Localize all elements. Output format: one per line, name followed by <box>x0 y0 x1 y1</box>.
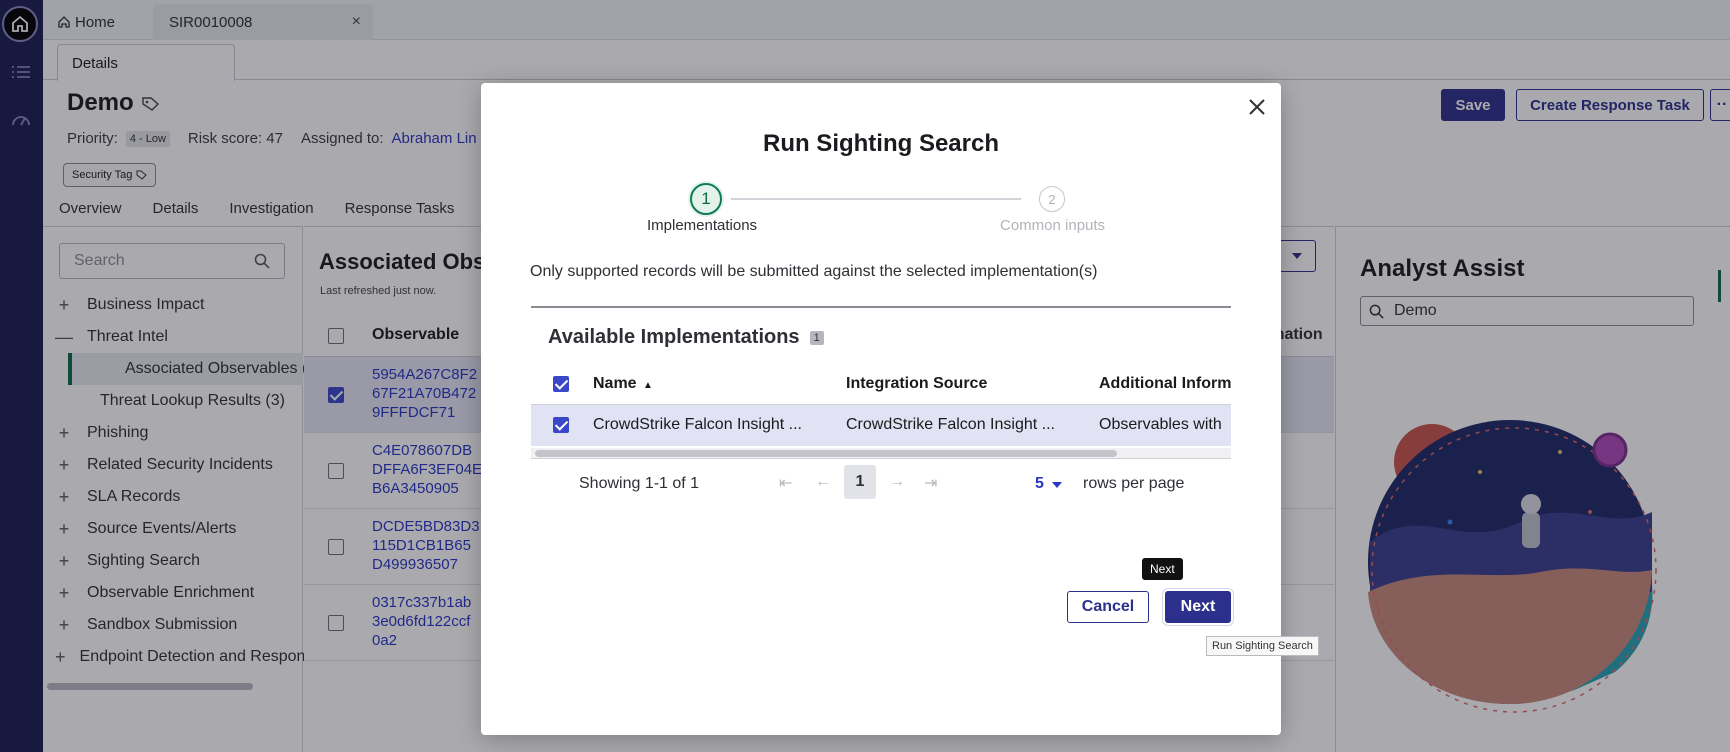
implementations-table-header: Name ▲ Integration Source Additional Inf… <box>531 363 1231 405</box>
first-page-icon[interactable]: ⇤ <box>779 473 792 493</box>
run-sighting-search-modal: Run Sighting Search 1 2 Implementations … <box>481 83 1281 735</box>
modal-note: Only supported records will be submitted… <box>530 263 1098 280</box>
pagination: Showing 1-1 of 1 ⇤ ← 1 → ⇥ 5 rows per pa… <box>481 463 1281 503</box>
last-page-icon[interactable]: ⇥ <box>924 473 937 493</box>
col-name-label: Name <box>593 375 637 392</box>
step-1-indicator: 1 <box>690 183 722 215</box>
current-page[interactable]: 1 <box>844 465 876 499</box>
close-icon[interactable] <box>1243 93 1271 121</box>
row-checkbox[interactable] <box>553 417 569 433</box>
step-2-label: Common inputs <box>1000 217 1106 234</box>
col-integration-source[interactable]: Integration Source <box>846 375 987 393</box>
cancel-button[interactable]: Cancel <box>1067 591 1149 623</box>
implementations-table: Name ▲ Integration Source Additional Inf… <box>531 363 1231 453</box>
next-button[interactable]: Next <box>1165 591 1231 623</box>
sort-asc-icon: ▲ <box>643 380 653 391</box>
scrollbar-thumb[interactable] <box>535 450 1117 457</box>
col-additional-information[interactable]: Additional Inform <box>1099 375 1231 393</box>
stepper-line <box>731 198 1021 200</box>
next-tooltip: Next <box>1142 558 1183 580</box>
chevron-down-icon <box>1052 482 1063 488</box>
available-title-text: Available Implementations <box>548 326 800 348</box>
step-2-indicator: 2 <box>1039 186 1065 212</box>
cell-integration-source: CrowdStrike Falcon Insight ... <box>846 416 1055 433</box>
pagination-summary: Showing 1-1 of 1 <box>579 475 700 492</box>
rows-per-page-value: 5 <box>1035 475 1044 492</box>
modal-title: Run Sighting Search <box>762 130 999 157</box>
prev-page-icon[interactable]: ← <box>815 473 831 491</box>
cell-name: CrowdStrike Falcon Insight ... <box>593 416 802 433</box>
rows-per-page-select[interactable]: 5 <box>1035 475 1063 493</box>
run-sighting-search-tooltip: Run Sighting Search <box>1206 636 1319 656</box>
count-badge: 1 <box>809 330 824 345</box>
table-horizontal-scrollbar[interactable] <box>531 448 1231 459</box>
col-name[interactable]: Name ▲ <box>593 375 653 393</box>
divider <box>531 306 1231 308</box>
table-row[interactable]: CrowdStrike Falcon Insight ... CrowdStri… <box>531 405 1231 446</box>
step-1-label: Implementations <box>647 217 758 234</box>
cell-additional-information: Observables with <box>1099 416 1222 433</box>
rows-per-page-label: rows per page <box>1083 475 1185 492</box>
available-implementations-title: Available Implementations 1 <box>548 326 824 349</box>
next-page-icon[interactable]: → <box>889 473 905 491</box>
select-all-checkbox[interactable] <box>553 376 569 392</box>
